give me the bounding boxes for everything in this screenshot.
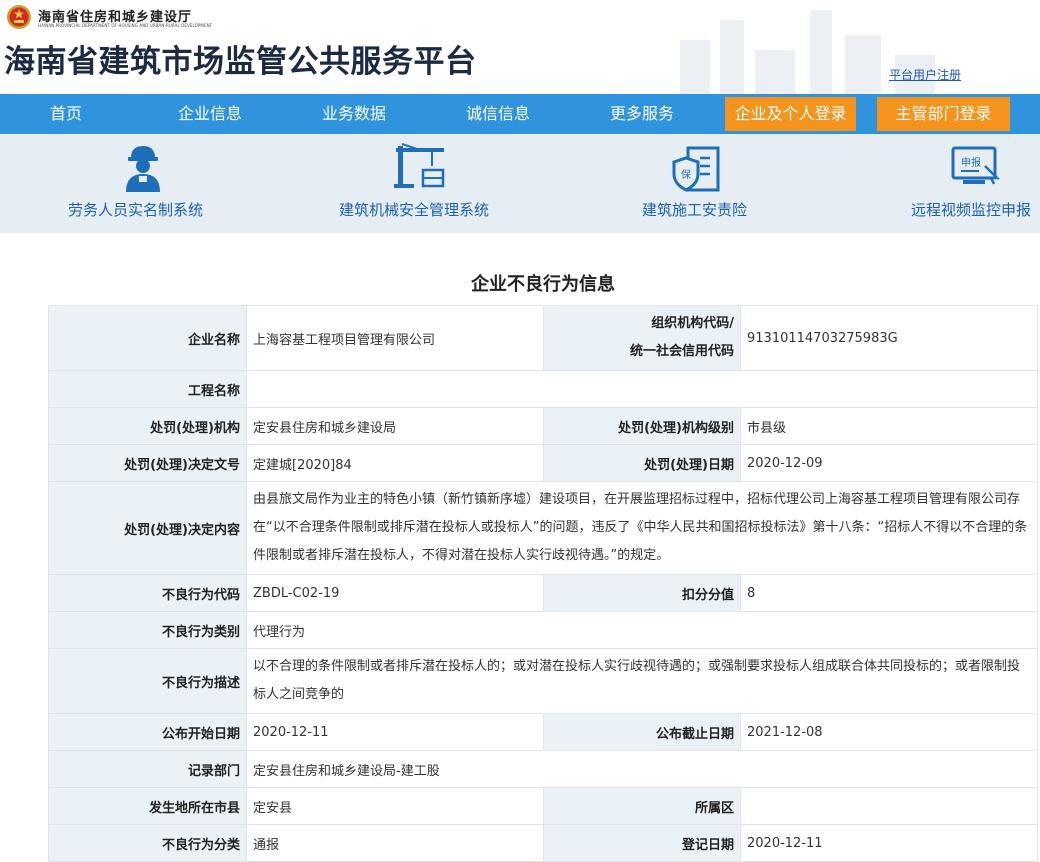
project-name-label: 工程名称 xyxy=(48,370,247,408)
table-row: 不良行为类别 代理行为 xyxy=(48,611,1038,649)
bad-behavior-class-label: 不良行为分类 xyxy=(48,824,247,862)
insurance-building-icon: 保 xyxy=(672,146,720,192)
table-row: 不良行为分类 通报 登记日期 2020-12-11 xyxy=(48,824,1038,862)
deduction-score-value: 8 xyxy=(740,574,1038,612)
authority-login-button[interactable]: 主管部门登录 xyxy=(877,97,1010,131)
record-dept-label: 记录部门 xyxy=(48,750,247,788)
city-value: 定安县 xyxy=(246,787,544,825)
table-row: 工程名称 xyxy=(48,370,1038,408)
penalty-date-label: 处罚(处理)日期 xyxy=(543,444,741,482)
department-name-en: HAINAN PROVINCIAL DEPARTMENT OF HOUSING … xyxy=(38,23,213,28)
svg-text:保: 保 xyxy=(681,168,691,181)
system-remote-video[interactable]: 申报 远程视频监控申报 xyxy=(905,134,1040,233)
table-row: 处罚(处理)决定内容 由县旅文局作为业主的特色小镇（新竹镇新序墟）建设项目，在开… xyxy=(48,481,1038,575)
company-name-value: 上海容基工程项目管理有限公司 xyxy=(246,305,544,371)
penalty-content-label: 处罚(处理)决定内容 xyxy=(48,481,247,575)
record-dept-value: 定安县住房和城乡建设局-建工股 xyxy=(246,750,1038,788)
penalty-date-value: 2020-12-09 xyxy=(740,444,1038,482)
table-row: 公布开始日期 2020-12-11 公布截止日期 2021-12-08 xyxy=(48,713,1038,751)
main-nav: 首页 企业信息 业务数据 诚信信息 更多服务 企业及个人登录 主管部门登录 xyxy=(0,94,1040,134)
system-label: 建筑机械安全管理系统 xyxy=(339,201,490,219)
district-label: 所属区 xyxy=(543,787,741,825)
bad-behavior-code-value: ZBDL-C02-19 xyxy=(246,574,544,612)
org-code-label: 组织机构代码/统一社会信用代码 xyxy=(543,305,741,371)
section-title: 企业不良行为信息 xyxy=(471,274,615,295)
org-code-label-line2: 统一社会信用代码 xyxy=(629,344,734,359)
register-date-label: 登记日期 xyxy=(543,824,741,862)
national-emblem-icon xyxy=(7,5,31,29)
table-row: 处罚(处理)决定文号 定建城[2020]84 处罚(处理)日期 2020-12-… xyxy=(48,444,1038,482)
deduction-score-label: 扣分分值 xyxy=(543,574,741,612)
publish-end-value: 2021-12-08 xyxy=(740,713,1038,751)
system-labor-realname[interactable]: 劳务人员实名制系统 xyxy=(60,134,230,233)
org-code-value: 91310114703275983G xyxy=(740,305,1038,371)
nav-home[interactable]: 首页 xyxy=(50,94,82,134)
district-value xyxy=(740,787,1038,825)
site-header: 海南省住房和城乡建设厅 HAINAN PROVINCIAL DEPARTMENT… xyxy=(0,0,1040,94)
bad-behavior-info-table: 企业名称 上海容基工程项目管理有限公司 组织机构代码/统一社会信用代码 9131… xyxy=(48,305,1038,862)
register-date-value: 2020-12-11 xyxy=(740,824,1038,862)
bad-behavior-code-label: 不良行为代码 xyxy=(48,574,247,612)
publish-end-label: 公布截止日期 xyxy=(543,713,741,751)
penalty-agency-level-label: 处罚(处理)机构级别 xyxy=(543,407,741,445)
company-name-label: 企业名称 xyxy=(48,305,247,371)
table-row: 不良行为描述 以不合理的条件限制或者排斥潜在投标人的；或对潜在投标人实行歧视待遇… xyxy=(48,648,1038,714)
table-row: 不良行为代码 ZBDL-C02-19 扣分分值 8 xyxy=(48,574,1038,612)
systems-bar: 劳务人员实名制系统 建筑机械安全管理系统 保 建筑施工安责险 申报 远程视频监控… xyxy=(0,134,1040,233)
project-name-value xyxy=(246,370,1038,408)
penalty-agency-value: 定安县住房和城乡建设局 xyxy=(246,407,544,445)
system-construction-insurance[interactable]: 保 建筑施工安责险 xyxy=(630,134,770,233)
system-label: 劳务人员实名制系统 xyxy=(68,201,204,219)
bad-behavior-desc-label: 不良行为描述 xyxy=(48,648,247,714)
nav-more-services[interactable]: 更多服务 xyxy=(610,94,674,134)
system-label: 远程视频监控申报 xyxy=(911,201,1032,219)
penalty-agency-label: 处罚(处理)机构 xyxy=(48,407,247,445)
table-row: 记录部门 定安县住房和城乡建设局-建工股 xyxy=(48,750,1038,788)
crane-icon xyxy=(394,143,445,188)
system-machinery-safety[interactable]: 建筑机械安全管理系统 xyxy=(330,134,520,233)
nav-business-data[interactable]: 业务数据 xyxy=(322,94,386,134)
org-code-label-line1: 组织机构代码/ xyxy=(651,316,734,331)
penalty-agency-level-value: 市县级 xyxy=(740,407,1038,445)
bad-behavior-category-value: 代理行为 xyxy=(246,611,1038,649)
table-row: 企业名称 上海容基工程项目管理有限公司 组织机构代码/统一社会信用代码 9131… xyxy=(48,305,1038,371)
enterprise-login-button[interactable]: 企业及个人登录 xyxy=(725,97,856,131)
publish-start-value: 2020-12-11 xyxy=(246,713,544,751)
penalty-doc-no-value: 定建城[2020]84 xyxy=(246,444,544,482)
site-title: 海南省建筑市场监管公共服务平台 xyxy=(4,44,477,80)
bad-behavior-class-value: 通报 xyxy=(246,824,544,862)
penalty-doc-no-label: 处罚(处理)决定文号 xyxy=(48,444,247,482)
nav-credit-info[interactable]: 诚信信息 xyxy=(466,94,530,134)
publish-start-label: 公布开始日期 xyxy=(48,713,247,751)
monitor-report-icon: 申报 xyxy=(951,146,1001,185)
bad-behavior-desc-value: 以不合理的条件限制或者排斥潜在投标人的；或对潜在投标人实行歧视待遇的；或强制要求… xyxy=(246,648,1038,714)
city-label: 发生地所在市县 xyxy=(48,787,247,825)
worker-icon xyxy=(126,146,160,192)
system-label: 建筑施工安责险 xyxy=(642,201,748,219)
register-link[interactable]: 平台用户注册 xyxy=(889,66,961,83)
bad-behavior-category-label: 不良行为类别 xyxy=(48,611,247,649)
table-row: 发生地所在市县 定安县 所属区 xyxy=(48,787,1038,825)
svg-text:申报: 申报 xyxy=(961,156,981,169)
table-row: 处罚(处理)机构 定安县住房和城乡建设局 处罚(处理)机构级别 市县级 xyxy=(48,407,1038,445)
nav-enterprise-info[interactable]: 企业信息 xyxy=(178,94,242,134)
penalty-content-value: 由县旅文局作为业主的特色小镇（新竹镇新序墟）建设项目，在开展监理招标过程中，招标… xyxy=(246,481,1038,575)
